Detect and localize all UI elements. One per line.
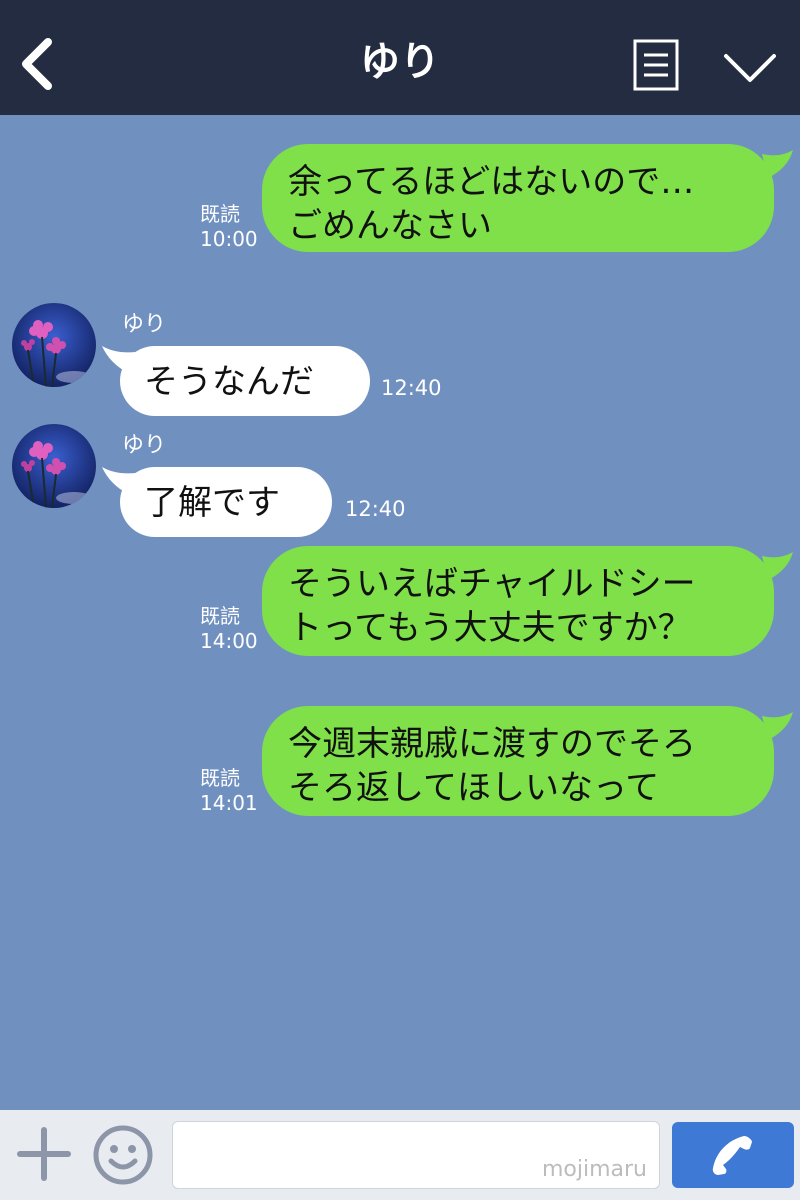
message-time: 12:40 bbox=[381, 376, 442, 400]
message-text-line: そろ返してほしいなって bbox=[288, 768, 660, 808]
chevron-down-icon[interactable] bbox=[722, 48, 778, 88]
bubble-tail bbox=[762, 552, 793, 580]
bubble-tail bbox=[762, 712, 793, 740]
chat-header: ゆり bbox=[0, 0, 800, 115]
bubble-tail bbox=[102, 346, 136, 374]
message-text-line: 了解です bbox=[144, 483, 280, 523]
document-list-icon[interactable] bbox=[632, 38, 680, 92]
sender-name: ゆり bbox=[122, 312, 167, 337]
message-time: 14:00 bbox=[200, 629, 258, 653]
call-button[interactable] bbox=[672, 1122, 794, 1188]
message-text-line: そういえばチャイルドシー bbox=[288, 564, 696, 604]
incoming-message-bubble[interactable]: そうなんだ bbox=[102, 346, 370, 416]
watermark-text: mojimaru bbox=[541, 1157, 647, 1182]
avatar[interactable] bbox=[12, 303, 96, 387]
plus-icon[interactable] bbox=[16, 1126, 72, 1182]
message-time: 10:00 bbox=[200, 227, 258, 251]
message-text-line: そうなんだ bbox=[144, 362, 314, 402]
avatar[interactable] bbox=[12, 424, 96, 508]
bubble-tail bbox=[102, 467, 136, 495]
message-text-line: トってもう大丈夫ですか？ bbox=[288, 608, 692, 648]
sender-name: ゆり bbox=[122, 433, 167, 458]
chevron-left-icon[interactable] bbox=[14, 34, 64, 94]
read-receipt: 既読 bbox=[200, 766, 240, 790]
smiley-icon[interactable] bbox=[92, 1124, 154, 1186]
message-time: 12:40 bbox=[345, 497, 406, 521]
message-text-line: 余ってるほどはないので… bbox=[288, 162, 695, 202]
outgoing-message-bubble[interactable]: 今週末親戚に渡すのでそろ そろ返してほしいなって bbox=[262, 706, 793, 816]
message-meta: 既読 10:00 bbox=[200, 202, 258, 252]
message-meta: 既読 14:01 bbox=[200, 766, 258, 816]
message-text-line: 今週末親戚に渡すのでそろ bbox=[288, 724, 696, 764]
message-time: 14:01 bbox=[200, 791, 258, 815]
read-receipt: 既読 bbox=[200, 202, 240, 226]
message-meta: 既読 14:00 bbox=[200, 604, 258, 654]
phone-icon bbox=[712, 1136, 752, 1175]
message-input[interactable]: mojimaru bbox=[172, 1121, 660, 1189]
read-receipt: 既読 bbox=[200, 604, 240, 628]
incoming-message-bubble[interactable]: 了解です bbox=[102, 467, 332, 537]
chat-title: ゆり bbox=[360, 39, 440, 85]
outgoing-message-bubble[interactable]: 余ってるほどはないので… ごめんなさい bbox=[262, 144, 793, 252]
message-text-line: ごめんなさい bbox=[288, 206, 492, 246]
bubble-tail bbox=[762, 150, 793, 178]
outgoing-message-bubble[interactable]: そういえばチャイルドシー トってもう大丈夫ですか？ bbox=[262, 546, 793, 656]
